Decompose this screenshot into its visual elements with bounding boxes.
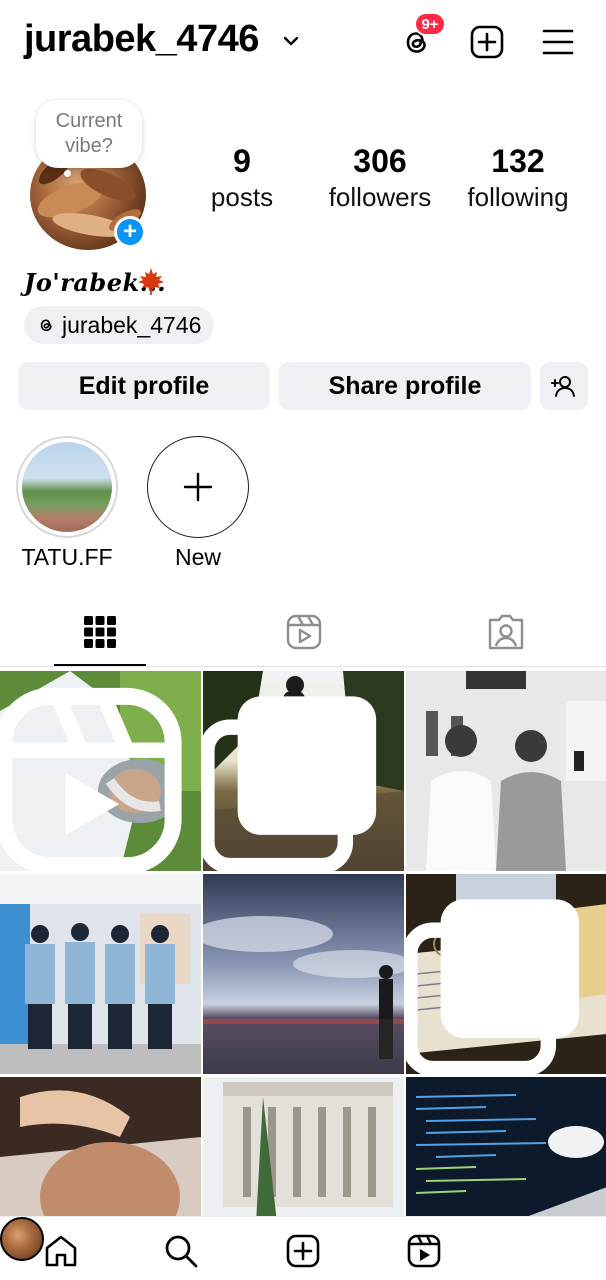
threads-icon: [40, 319, 52, 332]
post-thumbnail[interactable]: [406, 874, 606, 1074]
post-thumbnail[interactable]: [203, 671, 404, 871]
notification-badge: 9+: [414, 12, 446, 36]
followers-count: 306: [353, 143, 407, 179]
post-thumbnail[interactable]: [0, 874, 201, 1074]
posts-label: posts: [210, 182, 274, 212]
profile-avatar[interactable]: [0, 1217, 44, 1261]
reel-indicator-icon: [0, 687, 182, 871]
post-thumbnail[interactable]: [0, 671, 201, 871]
followers-label: followers: [328, 182, 432, 212]
reels-icon[interactable]: [284, 612, 324, 652]
posts-stat[interactable]: 9 posts: [200, 142, 284, 214]
threads-profile-link[interactable]: jurabek_4746: [24, 306, 214, 344]
highlight-ring: [16, 436, 118, 538]
threads-handle: jurabek_4746: [62, 311, 202, 338]
add-person-icon: [551, 376, 575, 397]
share-profile-button[interactable]: Share profile: [279, 362, 531, 410]
chevron-down-icon[interactable]: [282, 32, 300, 50]
highlight-label: TATU.FF: [21, 544, 113, 570]
highlight-cover-image: [22, 442, 112, 532]
add-story-plus-icon[interactable]: +: [114, 216, 146, 248]
vibe-prompt-line2: vibe?: [65, 135, 113, 157]
following-stat[interactable]: 132 following: [456, 142, 580, 214]
home-icon[interactable]: [43, 1233, 79, 1269]
top-header: jurabek_4746 9+: [0, 0, 606, 84]
menu-icon[interactable]: [540, 24, 576, 60]
carousel-indicator-icon: [203, 696, 377, 871]
following-count: 132: [491, 143, 545, 179]
following-label: following: [467, 182, 569, 212]
post-thumbnail[interactable]: [203, 874, 404, 1074]
note-bubble-tail: [64, 170, 71, 177]
current-vibe-note[interactable]: Current vibe?: [36, 100, 142, 168]
highlight-item[interactable]: TATU.FF: [15, 436, 119, 571]
vibe-prompt-line1: Current: [55, 110, 123, 132]
search-icon[interactable]: [163, 1233, 199, 1269]
carousel-indicator-icon: [406, 899, 580, 1074]
post-thumbnail[interactable]: [406, 671, 606, 871]
reels-icon[interactable]: [406, 1233, 442, 1269]
followers-stat[interactable]: 306 followers: [318, 142, 442, 214]
create-icon[interactable]: [285, 1233, 321, 1269]
posts-count: 9: [233, 143, 251, 179]
edit-profile-button[interactable]: Edit profile: [18, 362, 270, 410]
maple-leaf-icon: [138, 268, 164, 295]
new-highlight-button[interactable]: New: [146, 436, 250, 571]
create-post-icon[interactable]: [469, 24, 505, 60]
highlight-label: New: [174, 544, 221, 570]
account-switcher-username[interactable]: jurabek_4746: [24, 18, 259, 61]
discover-people-button[interactable]: [540, 362, 588, 410]
new-highlight-ring: [147, 436, 249, 538]
tabs-divider: [0, 666, 606, 667]
grid-icon[interactable]: [80, 612, 120, 652]
tagged-icon[interactable]: [486, 612, 526, 652]
plus-icon: [183, 472, 213, 502]
bottom-navigation: [0, 1216, 606, 1280]
